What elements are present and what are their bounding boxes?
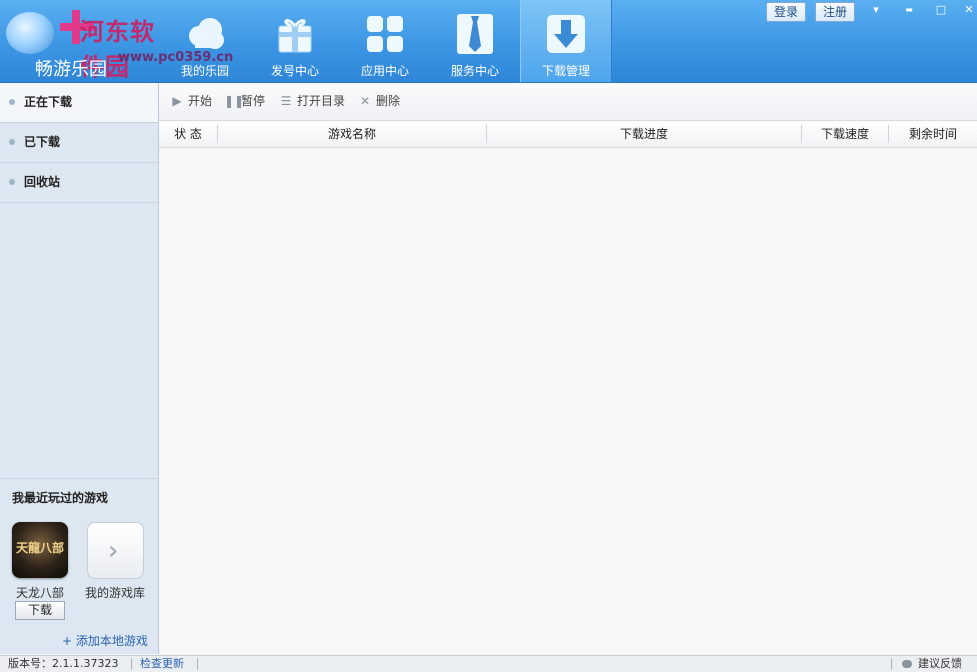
table-header: 状 态 游戏名称 下载进度 下载速度 剩余时间 <box>159 121 977 148</box>
main-nav: 我的乐园 发号中心 应用中心 服务中心 下载管理 <box>160 0 612 82</box>
pause-icon: ❚❚ <box>224 94 245 108</box>
toolbar: ▶ 开始 ❚❚暂停 ☰ 打开目录 ✕ 删除 <box>159 83 977 121</box>
nav-gift-center[interactable]: 发号中心 <box>250 0 340 82</box>
nav-service-center[interactable]: 服务中心 <box>430 0 520 82</box>
nav-label: 服务中心 <box>450 64 499 78</box>
nav-label: 发号中心 <box>270 64 319 78</box>
column-speed[interactable]: 下载速度 <box>802 121 888 147</box>
bullet-icon <box>9 139 15 145</box>
bullet-icon <box>9 179 15 185</box>
sidebar-item-label: 回收站 <box>24 175 61 189</box>
login-button[interactable]: 登录 <box>766 2 807 22</box>
sidebar: 正在下载 已下载 回收站 我最近玩过的游戏 天龍八部 › 天龙八部 我的游戏库 … <box>0 83 159 654</box>
pause-label: 暂停 <box>241 94 266 108</box>
status-divider <box>891 658 892 670</box>
nav-my-park[interactable]: 我的乐园 <box>160 0 250 82</box>
logo-emblem-icon <box>6 12 54 54</box>
status-divider <box>197 658 198 670</box>
nav-label: 下载管理 <box>541 64 590 78</box>
column-progress[interactable]: 下载进度 <box>487 121 801 147</box>
open-directory-label: 打开目录 <box>297 94 346 108</box>
delete-button[interactable]: ✕ 删除 <box>359 93 400 109</box>
pause-button[interactable]: ❚❚暂停 <box>224 93 265 109</box>
start-label: 开始 <box>188 94 213 108</box>
cloud-icon <box>189 18 224 49</box>
download-manager-panel: ▶ 开始 ❚❚暂停 ☰ 打开目录 ✕ 删除 状 态 游戏名称 下载进度 下载速度 剩余… <box>159 83 977 654</box>
status-divider <box>131 658 132 670</box>
app-logo: 河东软件园 www.pc0359.cn 畅游乐园 <box>0 0 233 82</box>
game-tile-tianlong[interactable]: 天龍八部 <box>12 522 68 578</box>
column-game-name[interactable]: 游戏名称 <box>218 121 486 147</box>
feedback-link[interactable]: 建议反馈 <box>902 656 962 672</box>
delete-label: 删除 <box>376 94 401 108</box>
delete-icon: ✕ <box>359 94 371 108</box>
start-button[interactable]: ▶ 开始 <box>171 93 212 109</box>
tie-icon <box>457 14 493 54</box>
game-library-button[interactable]: › <box>87 522 144 579</box>
feedback-label: 建议反馈 <box>918 657 962 670</box>
chevron-right-icon: › <box>108 536 119 566</box>
download-icon <box>547 15 585 53</box>
column-status[interactable]: 状 态 <box>159 121 217 147</box>
gift-icon <box>278 19 312 53</box>
app-title: 畅游乐园 <box>35 59 107 80</box>
open-directory-button[interactable]: ☰ 打开目录 <box>280 93 345 109</box>
check-update-link[interactable]: 检查更新 <box>140 656 184 672</box>
sidebar-item-recycle-bin[interactable]: 回收站 <box>0 163 158 203</box>
recent-games-title: 我最近玩过的游戏 <box>12 491 109 505</box>
download-list <box>159 148 977 654</box>
game-logo-text: 天龍八部 <box>15 541 64 555</box>
version-text: 版本号：2.1.1.37323 <box>8 657 119 670</box>
game-name: 天龙八部 <box>15 586 64 600</box>
game-download-button[interactable]: 下载 <box>15 601 65 620</box>
bullet-icon <box>9 99 15 105</box>
sidebar-item-downloading[interactable]: 正在下载 <box>0 83 158 123</box>
top-bar: 河东软件园 www.pc0359.cn 畅游乐园 我的乐园 发号中心 应用中心 … <box>0 0 977 83</box>
column-time-left[interactable]: 剩余时间 <box>889 121 977 147</box>
nav-label: 我的乐园 <box>180 64 229 78</box>
maximize-icon[interactable]: □ <box>933 3 949 17</box>
list-icon: ☰ <box>280 94 292 108</box>
sidebar-item-label: 正在下载 <box>24 95 73 109</box>
recent-games-panel: 我最近玩过的游戏 天龍八部 › 天龙八部 我的游戏库 下载 + 添加本地游戏 <box>0 478 158 655</box>
add-local-game-link[interactable]: + 添加本地游戏 <box>62 632 148 649</box>
status-bar: 版本号：2.1.1.37323 检查更新 建议反馈 <box>0 655 977 672</box>
close-icon[interactable]: ✕ <box>961 3 977 17</box>
nav-app-center[interactable]: 应用中心 <box>340 0 430 82</box>
game-library-label: 我的游戏库 <box>84 586 145 600</box>
minimize-icon[interactable]: ▬ <box>901 3 917 17</box>
play-icon: ▶ <box>172 94 182 108</box>
apps-grid-icon <box>367 16 403 52</box>
register-button[interactable]: 注册 <box>815 2 856 22</box>
nav-download-manager[interactable]: 下载管理 <box>520 0 612 82</box>
sidebar-item-label: 已下载 <box>24 135 61 149</box>
chat-bubble-icon <box>902 660 912 668</box>
menu-dropdown-icon[interactable]: ▾ <box>868 3 884 17</box>
nav-label: 应用中心 <box>360 64 409 78</box>
sidebar-item-downloaded[interactable]: 已下载 <box>0 123 158 163</box>
